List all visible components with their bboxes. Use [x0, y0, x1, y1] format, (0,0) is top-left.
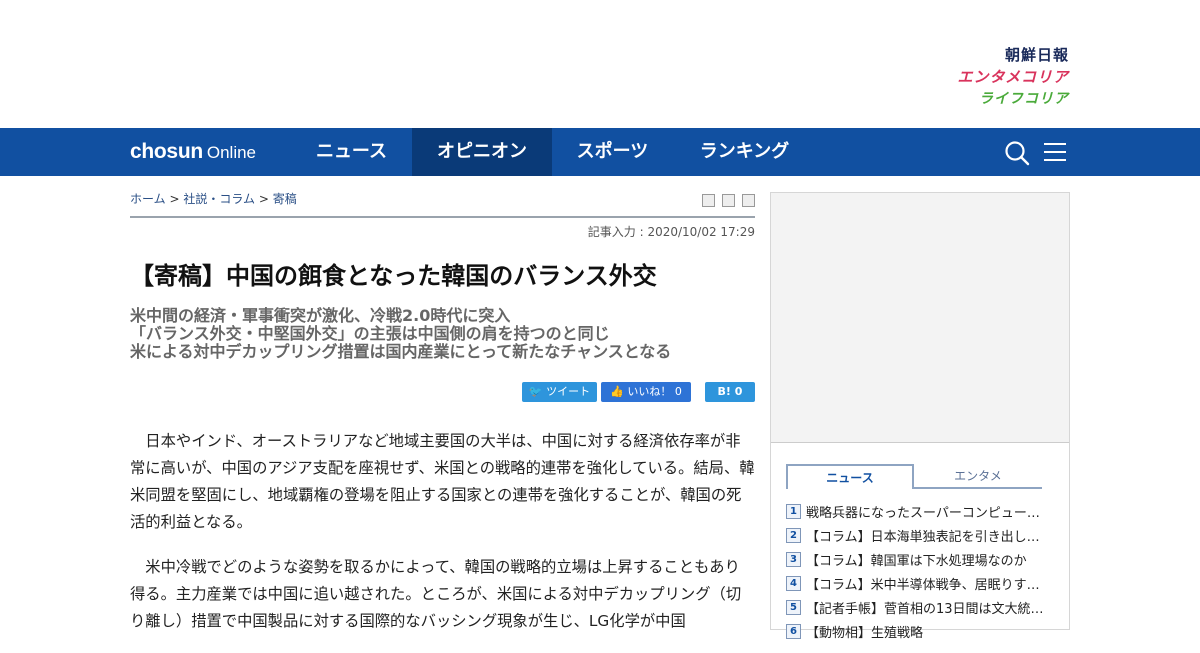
article-date: 記事入力 : 2020/10/02 17:29	[587, 225, 755, 239]
thumbs-up-icon: 👍	[610, 385, 624, 398]
entame-korea-link[interactable]: エンタメコリア	[929, 66, 1069, 88]
breadcrumb-section[interactable]: 社説・コラム	[183, 192, 255, 206]
nav-news[interactable]: ニュース	[291, 128, 412, 176]
breadcrumb-home[interactable]: ホーム	[130, 192, 166, 206]
life-korea-link[interactable]: ライフコリア	[929, 88, 1069, 110]
rank-title: 【コラム】日本海単独表記を引き出し…	[806, 529, 1040, 545]
print-icon[interactable]	[701, 194, 715, 207]
breadcrumb: ホーム > 社説・コラム > 寄稿	[130, 190, 297, 207]
ad-slot	[771, 193, 1069, 443]
chosun-ilbo-link[interactable]: 朝鮮日報	[929, 44, 1069, 66]
article-tools	[700, 192, 755, 211]
article-paragraph: 日本やインド、オーストラリアなど地域主要国の大半は、中国に対する経済依存率が非常…	[130, 432, 755, 531]
rank-number: 2	[786, 527, 801, 543]
rank-title: 【コラム】韓国軍は下水処理場なのか	[806, 553, 1027, 569]
site-header: 朝鮮日報 エンタメコリア ライフコリア	[0, 0, 1200, 128]
like-label: いいね！	[627, 385, 672, 398]
breadcrumb-page[interactable]: 寄稿	[273, 192, 297, 206]
list-item[interactable]: 4 【コラム】米中半導体戦争、居眠りす…	[786, 571, 1046, 595]
article-headline: 【寄稿】中国の餌食となった韓国のバランス外交	[130, 262, 657, 290]
subheadline-line: 米による対中デカップリング措置は国内産業にとって新たなチャンスとなる	[130, 342, 672, 361]
nav-opinion[interactable]: オピニオン	[412, 128, 552, 176]
list-item[interactable]: 1 戦略兵器になったスーパーコンピュー…	[786, 499, 1046, 523]
rank-number: 5	[786, 599, 801, 615]
nav-ranking[interactable]: ランキング	[673, 128, 816, 176]
hamburger-menu-icon[interactable]	[1044, 141, 1066, 163]
tab-entame[interactable]: エンタメ	[914, 464, 1042, 489]
list-item[interactable]: 3 【コラム】韓国軍は下水処理場なのか	[786, 547, 1046, 571]
hatena-count: 0	[734, 385, 743, 398]
article-paragraph: 米中冷戦でどのような姿勢を取るかによって、韓国の戦略的立場は上昇することもあり得…	[130, 558, 742, 630]
hatena-bookmark-button[interactable]: B! 0	[705, 382, 755, 402]
twitter-icon: 🐦	[528, 385, 543, 398]
rank-number: 3	[786, 551, 801, 567]
facebook-like-button[interactable]: 👍 いいね！ 0	[601, 382, 691, 402]
breadcrumb-sep: >	[169, 192, 180, 206]
list-item[interactable]: 2 【コラム】日本海単独表記を引き出し…	[786, 523, 1046, 547]
list-item[interactable]: 6 【動物相】生殖戦略	[786, 619, 1046, 643]
like-count: 0	[674, 385, 682, 398]
tweet-button[interactable]: 🐦 ツイート	[522, 382, 597, 402]
rank-number: 6	[786, 623, 801, 639]
breadcrumb-sep: >	[258, 192, 269, 206]
chosun-online-logo[interactable]: chosun Online	[130, 128, 256, 176]
rank-number: 4	[786, 575, 801, 591]
ranking-tabs: ニュース エンタメ	[786, 464, 1042, 489]
ranking-list: 1 戦略兵器になったスーパーコンピュー… 2 【コラム】日本海単独表記を引き出し…	[786, 499, 1046, 643]
rank-title: 【動物相】生殖戦略	[806, 625, 924, 641]
back-icon[interactable]	[742, 194, 755, 207]
subheadline-line: 米中間の経済・軍事衝突が激化、冷戦2.0時代に突入	[130, 306, 511, 325]
brand-links: 朝鮮日報 エンタメコリア ライフコリア	[929, 44, 1069, 110]
divider	[130, 216, 755, 218]
nav-sports[interactable]: スポーツ	[552, 128, 673, 176]
article-subheadline: 米中間の経済・軍事衝突が激化、冷戦2.0時代に突入 「バランス外交・中堅国外交」…	[130, 307, 671, 361]
rank-title: 戦略兵器になったスーパーコンピュー…	[806, 505, 1040, 521]
subheadline-line: 「バランス外交・中堅国外交」の主張は中国側の肩を持つのと同じ	[130, 324, 610, 343]
article-body: 日本やインド、オーストラリアなど地域主要国の大半は、中国に対する経済依存率が非常…	[130, 428, 755, 653]
list-item[interactable]: 5 【記者手帳】菅首相の13日間は文大統…	[786, 595, 1046, 619]
rank-title: 【コラム】米中半導体戦争、居眠りす…	[806, 577, 1040, 593]
search-icon[interactable]	[1004, 140, 1030, 166]
tweet-label: ツイート	[546, 385, 591, 398]
logo-light: Online	[206, 143, 257, 162]
rank-title: 【記者手帳】菅首相の13日間は文大統…	[806, 601, 1044, 617]
tab-news[interactable]: ニュース	[786, 464, 914, 489]
hatena-label: B!	[717, 385, 731, 398]
main-nav: chosun Online ニュース オピニオン スポーツ ランキング	[0, 128, 1200, 176]
sidebar: ニュース エンタメ 1 戦略兵器になったスーパーコンピュー… 2 【コラム】日本…	[770, 192, 1070, 641]
rank-number: 1	[786, 503, 801, 519]
logo-bold: chosun	[130, 140, 203, 163]
text-size-icon[interactable]	[721, 194, 735, 207]
